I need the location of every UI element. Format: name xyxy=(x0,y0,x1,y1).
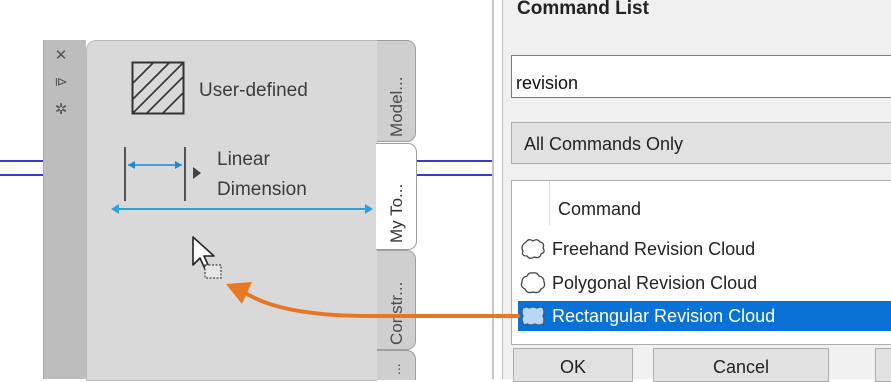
cancel-button[interactable]: Cancel xyxy=(653,348,829,382)
auto-hide-icon[interactable]: ⧐ xyxy=(52,74,70,92)
freehand-cloud-icon xyxy=(521,239,545,259)
polygonal-cloud-icon xyxy=(520,272,546,294)
drawing-line xyxy=(0,174,43,176)
list-item-label: Rectangular Revision Cloud xyxy=(552,306,776,326)
drawing-line xyxy=(415,174,492,176)
close-icon[interactable]: ✕ xyxy=(52,46,70,64)
filter-dropdown[interactable]: All Commands Only xyxy=(511,122,891,164)
list-item[interactable]: Freehand Revision Cloud xyxy=(518,234,891,264)
rectangular-cloud-icon xyxy=(521,306,545,326)
header-separator xyxy=(549,181,550,225)
dimension-preview-line xyxy=(111,204,373,214)
tab-my-tools[interactable]: My To... xyxy=(376,143,417,250)
dialog-body: Command List revision All Commands Only … xyxy=(502,0,891,382)
tool-label-linear: Linear xyxy=(217,149,270,170)
tool-label-user-defined: User-defined xyxy=(199,80,308,101)
column-header-command[interactable]: Command xyxy=(558,199,641,220)
tab-model-label: Model... xyxy=(387,76,406,137)
list-item[interactable]: Polygonal Revision Cloud xyxy=(518,268,891,298)
tab-model[interactable]: Model... xyxy=(377,40,416,142)
extra-button[interactable] xyxy=(875,348,891,382)
tool-label-dimension: Dimension xyxy=(217,179,307,200)
command-list-dialog: Command List revision All Commands Only … xyxy=(492,0,891,382)
drag-arrow xyxy=(226,282,520,318)
tab-more-label: ... xyxy=(387,363,403,375)
list-item-selected[interactable]: Rectangular Revision Cloud xyxy=(518,301,891,331)
hatch-icon xyxy=(131,61,185,115)
command-list: Command Freehand Revision Cloud Polygona… xyxy=(511,180,891,345)
linear-dimension-icon xyxy=(124,147,201,201)
ok-button[interactable]: OK xyxy=(513,348,633,382)
palette-title-strip[interactable]: ✕ ⧐ ✲ xyxy=(43,40,86,379)
drawing-line xyxy=(415,160,492,162)
drawing-line xyxy=(0,160,43,162)
list-item-label: Freehand Revision Cloud xyxy=(552,239,756,259)
tab-my-tools-label: My To... xyxy=(387,183,406,243)
list-item-label: Polygonal Revision Cloud xyxy=(552,273,758,293)
tab-more[interactable]: ... xyxy=(377,350,416,380)
search-input[interactable]: revision xyxy=(511,55,891,98)
properties-gear-icon[interactable]: ✲ xyxy=(52,100,70,118)
dialog-title: Command List xyxy=(517,0,649,19)
tool-user-defined[interactable]: User-defined xyxy=(87,41,377,141)
